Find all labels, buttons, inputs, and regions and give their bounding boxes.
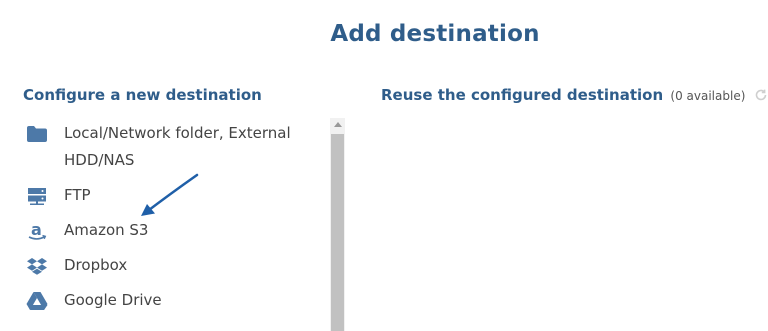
destination-item-local-folder[interactable]: Local/Network folder, External HDD/NAS [26,120,316,174]
annotation-arrow-icon [135,170,205,224]
reuse-configured-heading: Reuse the configured destination (0 avai… [381,86,768,106]
dropbox-icon [26,252,48,279]
google-drive-icon [26,287,48,314]
destination-item-label: Dropbox [64,256,128,274]
destination-item-dropbox[interactable]: Dropbox [26,252,316,279]
page-title: Add destination [330,21,540,47]
available-count: (0 available) [670,89,746,103]
scroll-thumb[interactable] [331,134,344,331]
destination-item-google-drive[interactable]: Google Drive [26,287,316,314]
add-destination-page: Add destination Configure a new destinat… [0,0,768,331]
svg-text:a: a [31,221,42,239]
refresh-icon[interactable] [754,88,768,106]
destination-item-label: Google Drive [64,291,162,309]
server-icon [26,182,48,209]
amazon-icon: a [26,217,48,244]
configure-new-heading: Configure a new destination [23,86,262,104]
destination-item-label: Local/Network folder, External HDD/NAS [64,124,291,169]
folder-icon [26,120,48,147]
reuse-heading-label: Reuse the configured destination [381,86,664,104]
scroll-up-arrow-icon[interactable] [334,122,342,127]
destination-list-scrollbar[interactable] [330,118,345,331]
